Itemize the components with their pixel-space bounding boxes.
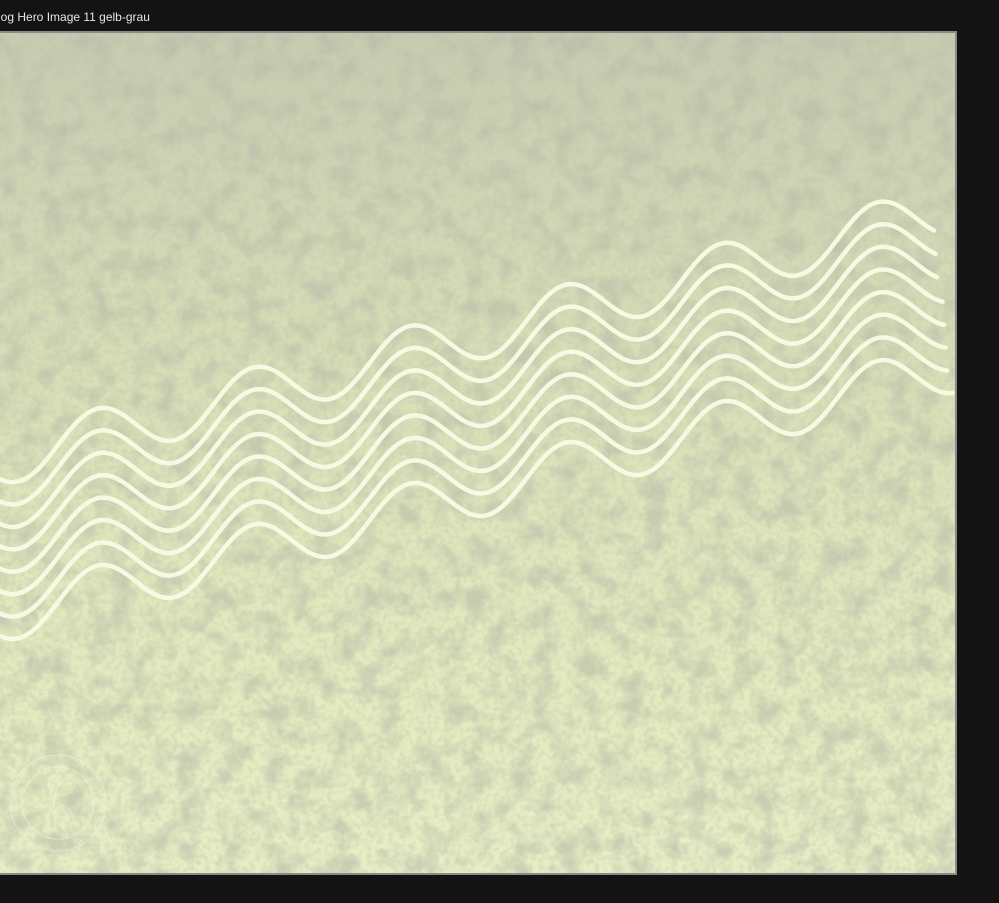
hero-image-artwork xyxy=(0,33,955,873)
image-viewer-window: log Hero Image 11 gelb-grau xyxy=(0,0,999,903)
window-title: log Hero Image 11 gelb-grau xyxy=(0,10,150,24)
hero-image[interactable] xyxy=(0,33,955,873)
image-frame xyxy=(0,31,957,875)
